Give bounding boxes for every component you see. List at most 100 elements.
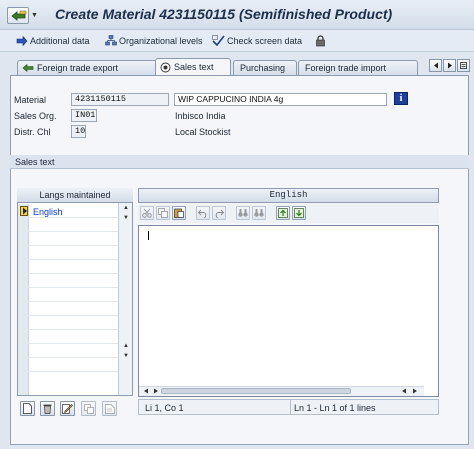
table-row[interactable] (18, 316, 118, 330)
chevron-left-icon (433, 62, 438, 69)
table-row[interactable] (18, 288, 118, 302)
tab-label: Foreign trade import (305, 63, 387, 73)
line-count: Ln 1 - Ln 1 of 1 lines (294, 403, 376, 413)
sales-org-description: Inbisco India (175, 111, 226, 121)
sales-text-icon (160, 62, 171, 72)
additional-data-button[interactable]: Additional data (16, 32, 90, 49)
org-levels-icon (105, 35, 117, 46)
info-icon[interactable]: i (394, 92, 408, 105)
table-row[interactable] (18, 274, 118, 288)
cut-button[interactable] (140, 206, 154, 220)
check-screen-data-label: Check screen data (227, 35, 303, 46)
copy-button[interactable] (156, 206, 170, 220)
organizational-levels-button[interactable]: Organizational levels (105, 32, 203, 49)
sales-org-label: Sales Org. (14, 111, 57, 121)
download-button[interactable] (292, 206, 306, 220)
tab-label: Sales text (174, 62, 214, 72)
tab-purchasing[interactable]: Purchasing (233, 60, 297, 75)
table-row[interactable] (18, 246, 118, 260)
arrow-right-icon (16, 35, 28, 46)
scroll-left-icon[interactable] (143, 388, 149, 394)
table-row[interactable] (18, 302, 118, 316)
new-document-icon (23, 403, 32, 414)
scroll-right-icon[interactable] (412, 388, 418, 394)
sales-org-field[interactable]: IN01 (71, 109, 97, 122)
binoculars-icon (238, 209, 248, 217)
sales-text-group-title: Sales text (10, 155, 469, 169)
sales-text-editor[interactable] (138, 225, 439, 397)
paste-icon (174, 208, 184, 218)
scroll-left-icon[interactable] (401, 388, 407, 394)
find-button[interactable] (236, 206, 250, 220)
redo-icon (215, 209, 224, 218)
status-divider (290, 400, 291, 414)
scroll-right-icon[interactable] (153, 388, 159, 394)
editor-vertical-scrollbar[interactable] (426, 226, 438, 386)
material-field[interactable]: 4231150115 (71, 93, 169, 106)
play-icon (23, 207, 27, 215)
redo-button[interactable] (212, 206, 226, 220)
check-screen-data-button[interactable]: Check screen data (212, 32, 302, 49)
system-menu-button[interactable] (7, 7, 29, 24)
cut-icon (142, 208, 152, 218)
undo-icon (198, 209, 207, 218)
trash-icon (43, 404, 52, 414)
tab-foreign-trade-export[interactable]: Foreign trade export (17, 60, 157, 75)
scroll-up-icon[interactable]: ▲ (119, 203, 133, 213)
scroll-up-icon[interactable]: ▲ (119, 341, 133, 351)
distr-chl-field[interactable]: 10 (71, 125, 86, 138)
scroll-thumb[interactable] (161, 388, 351, 394)
download-icon (294, 208, 304, 218)
chevron-down-icon[interactable]: ▼ (31, 7, 41, 24)
tab-label: Foreign trade export (37, 63, 119, 73)
upload-button[interactable] (276, 206, 290, 220)
copy-icon (158, 208, 168, 218)
tab-list-button[interactable] (457, 59, 470, 72)
edit-text-button[interactable] (60, 401, 75, 416)
language-english[interactable]: English (33, 207, 63, 217)
selected-row-marker (20, 206, 28, 216)
editor-language-header: English (138, 188, 439, 203)
create-text-button[interactable] (20, 401, 35, 416)
document-details-icon (104, 403, 115, 414)
tab-label: Purchasing (240, 63, 286, 73)
scroll-down-icon[interactable]: ▼ (119, 213, 133, 223)
table-row[interactable] (18, 232, 118, 246)
table-row[interactable] (18, 330, 118, 344)
copy-icon (83, 403, 94, 414)
text-details-button[interactable] (102, 401, 117, 416)
table-row[interactable] (18, 218, 118, 232)
distr-chl-label: Distr. Chl (14, 127, 51, 137)
upload-icon (278, 208, 288, 218)
find-next-button[interactable] (252, 206, 266, 220)
tab-list-icon (460, 62, 467, 69)
row-selector[interactable] (18, 372, 29, 395)
table-row[interactable] (18, 344, 118, 358)
languages-scrollbar[interactable]: ▲ ▼ ▲ ▼ (118, 203, 132, 395)
table-row[interactable] (18, 260, 118, 274)
material-description-field[interactable]: WIP CAPPUCINO INDIA 4g (174, 93, 387, 106)
undo-button[interactable] (196, 206, 210, 220)
additional-data-label: Additional data (30, 35, 90, 46)
tab-scroll-left-button[interactable] (429, 59, 442, 72)
copy-text-button[interactable] (81, 401, 96, 416)
chevron-right-icon (447, 62, 452, 69)
distr-chl-description: Local Stockist (175, 127, 231, 137)
organizational-levels-label: Organizational levels (119, 35, 203, 46)
scroll-down-icon[interactable]: ▼ (119, 351, 133, 361)
tab-sales-text[interactable]: Sales text (155, 58, 231, 75)
paste-button[interactable] (172, 206, 186, 220)
delete-text-button[interactable] (40, 401, 55, 416)
export-icon (22, 63, 34, 73)
check-screen-icon (212, 35, 225, 46)
tab-scroll-right-button[interactable] (443, 59, 456, 72)
page-title: Create Material 4231150115 (Semifinished… (55, 6, 393, 22)
text-caret (148, 231, 149, 240)
languages-table-header: Langs maintained (17, 188, 133, 203)
lock-button[interactable] (315, 32, 328, 49)
lock-icon (316, 34, 325, 46)
tab-foreign-trade-import[interactable]: Foreign trade import (298, 60, 418, 75)
menu-icon (11, 10, 27, 21)
table-row[interactable] (18, 358, 118, 372)
material-label: Material (14, 95, 47, 105)
